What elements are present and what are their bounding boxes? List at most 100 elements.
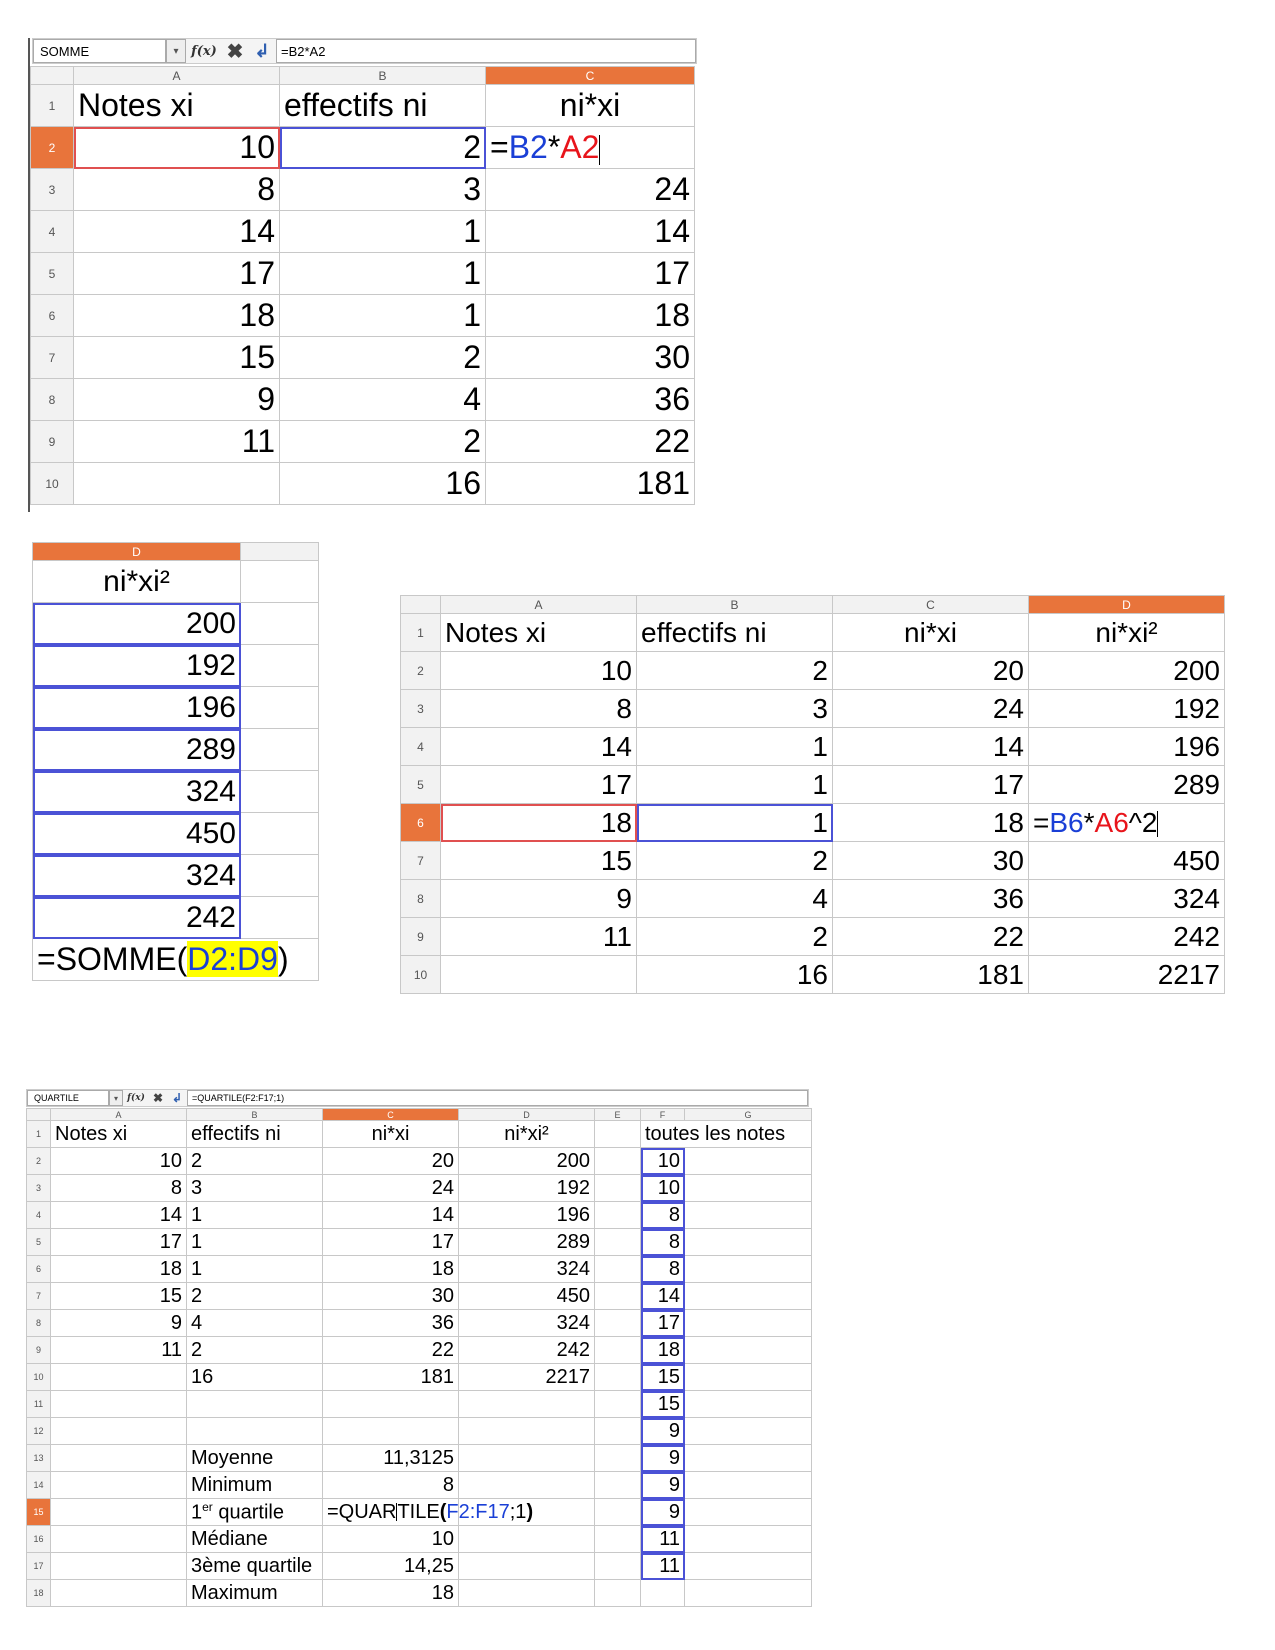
row-header[interactable]: 5 (400, 765, 441, 804)
cell[interactable] (594, 1282, 641, 1310)
cell-c1[interactable]: ni*xi (832, 613, 1029, 652)
cell[interactable]: 17 (485, 252, 695, 295)
col-header-f[interactable]: F (640, 1108, 685, 1121)
cell[interactable]: 181 (485, 462, 695, 505)
cell[interactable]: 10 (640, 1174, 685, 1202)
cell[interactable]: 1 (186, 1228, 323, 1256)
cell[interactable] (240, 602, 319, 645)
cell[interactable]: 450 (1028, 841, 1225, 880)
cell[interactable]: 14 (440, 727, 637, 766)
cell[interactable] (594, 1390, 641, 1418)
cell[interactable] (50, 1579, 187, 1607)
cell[interactable] (73, 462, 280, 505)
row-header[interactable]: 8 (400, 879, 441, 918)
cell[interactable]: 11 (440, 917, 637, 956)
corner-select-all[interactable] (26, 1108, 51, 1121)
cell[interactable]: 181 (832, 955, 1029, 994)
cell[interactable]: 196 (32, 686, 241, 729)
cell[interactable]: 17 (322, 1228, 459, 1256)
cell-b1[interactable]: effectifs ni (186, 1120, 323, 1148)
cell[interactable]: 450 (32, 812, 241, 855)
cell[interactable]: 2217 (458, 1363, 595, 1391)
cell-c15-editing[interactable]: =QUARTILE(F2:F17;1) (322, 1498, 533, 1526)
cell[interactable]: 324 (458, 1309, 595, 1337)
cell[interactable] (594, 1498, 641, 1526)
cell[interactable]: 17 (640, 1309, 685, 1337)
cell[interactable]: 30 (322, 1282, 459, 1310)
cell[interactable]: 16 (186, 1363, 323, 1391)
cell[interactable]: Moyenne (186, 1444, 323, 1472)
cell[interactable]: Médiane (186, 1525, 323, 1553)
cell[interactable]: 14 (73, 210, 280, 253)
cell[interactable]: 20 (322, 1147, 459, 1175)
cell-g[interactable] (684, 1525, 812, 1553)
cell[interactable]: Minimum (186, 1471, 323, 1499)
cell[interactable]: 18 (73, 294, 280, 337)
cell-g[interactable] (684, 1174, 812, 1202)
cell-g[interactable] (684, 1444, 812, 1472)
col-header-b[interactable]: B (186, 1108, 323, 1121)
cell[interactable]: 15 (440, 841, 637, 880)
cell[interactable]: 9 (440, 879, 637, 918)
cell-g[interactable] (684, 1552, 812, 1580)
row-header[interactable]: 7 (30, 336, 74, 379)
name-box[interactable]: SOMME (33, 39, 166, 63)
cell[interactable]: 324 (1028, 879, 1225, 918)
cell[interactable]: 3 (636, 689, 833, 728)
cell-a1[interactable]: Notes xi (50, 1120, 187, 1148)
cell[interactable]: 17 (73, 252, 280, 295)
formula-input[interactable]: =B2*A2 (276, 39, 696, 63)
cell[interactable]: 14 (322, 1201, 459, 1229)
cell[interactable]: 18 (832, 803, 1029, 842)
cell[interactable] (240, 686, 319, 729)
cell[interactable]: 2217 (1028, 955, 1225, 994)
row-header[interactable]: 8 (30, 378, 74, 421)
cell[interactable] (594, 1444, 641, 1472)
cell[interactable]: 11 (73, 420, 280, 463)
row-header[interactable]: 10 (400, 955, 441, 994)
cell[interactable]: 11,3125 (322, 1444, 459, 1472)
cell[interactable] (50, 1444, 187, 1472)
cell-g[interactable] (684, 1201, 812, 1229)
cell[interactable]: 2 (279, 420, 486, 463)
row-header[interactable]: 14 (26, 1471, 51, 1499)
cell[interactable]: 4 (279, 378, 486, 421)
cell-d1[interactable]: ni*xi² (458, 1120, 595, 1148)
row-header[interactable]: 1 (30, 84, 74, 127)
cell[interactable]: 8 (322, 1471, 459, 1499)
row-header[interactable]: 7 (400, 841, 441, 880)
col-header-e[interactable]: E (594, 1108, 641, 1121)
cell[interactable]: 36 (485, 378, 695, 421)
cell-q1-label[interactable]: 1er quartile (186, 1498, 323, 1526)
cell[interactable]: 22 (485, 420, 695, 463)
cell[interactable] (240, 896, 319, 939)
cell[interactable]: 1 (279, 210, 486, 253)
row-header[interactable]: 6 (400, 803, 441, 842)
row-header[interactable]: 9 (30, 420, 74, 463)
cell[interactable] (240, 728, 319, 771)
cell[interactable]: 192 (32, 644, 241, 687)
cell[interactable]: 3 (279, 168, 486, 211)
cell[interactable]: 8 (640, 1228, 685, 1256)
row-header[interactable]: 4 (26, 1201, 51, 1229)
cell[interactable] (240, 770, 319, 813)
cell[interactable]: 8 (73, 168, 280, 211)
cell[interactable] (594, 1174, 641, 1202)
cell[interactable]: 30 (832, 841, 1029, 880)
row-header[interactable]: 16 (26, 1525, 51, 1553)
cell[interactable] (50, 1363, 187, 1391)
cell-g[interactable] (684, 1363, 812, 1391)
cell[interactable]: 14 (640, 1282, 685, 1310)
cell-g[interactable] (684, 1579, 812, 1607)
cell[interactable]: 16 (636, 955, 833, 994)
cell[interactable] (594, 1363, 641, 1391)
dropdown-arrow-icon[interactable]: ▾ (109, 1090, 123, 1106)
cell[interactable] (50, 1417, 187, 1445)
cell[interactable] (50, 1525, 187, 1553)
col-header-a[interactable]: A (73, 66, 280, 85)
cell-b2[interactable]: 2 (279, 126, 486, 169)
cell[interactable] (594, 1579, 641, 1607)
cell-b6[interactable]: 1 (636, 803, 833, 842)
cell[interactable]: 1 (186, 1201, 323, 1229)
cell[interactable]: 2 (279, 336, 486, 379)
